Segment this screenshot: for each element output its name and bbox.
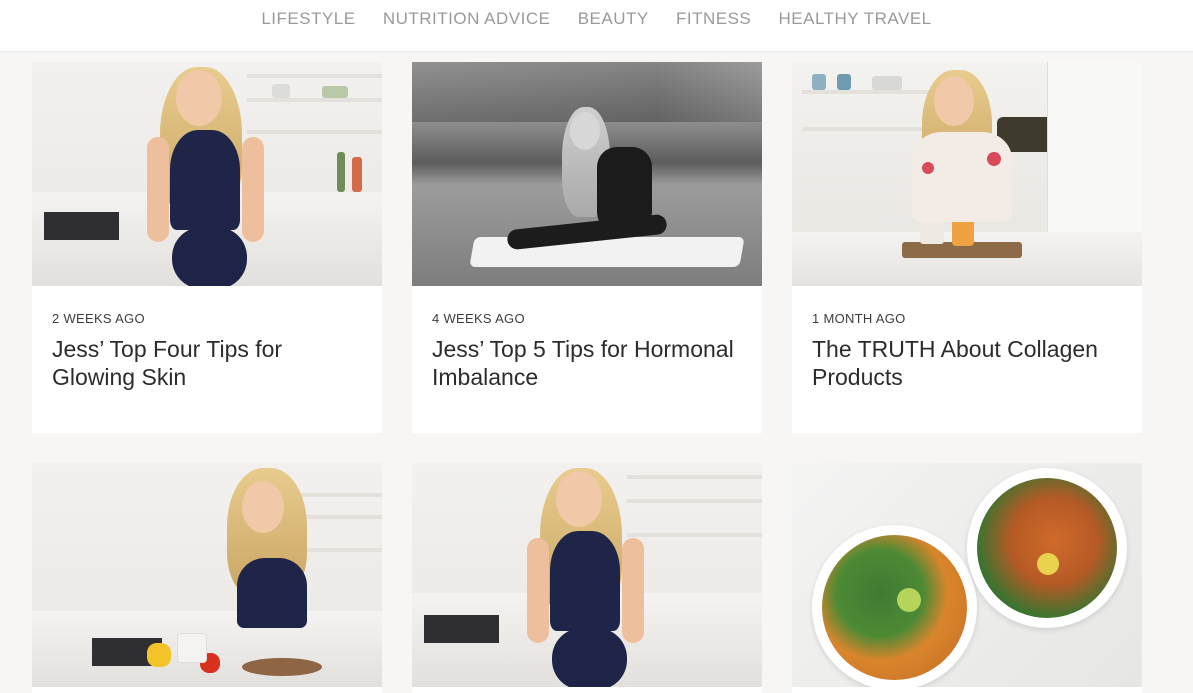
article-card[interactable]: 1 MONTH AGO The TRUTH About Collagen Pro… [792, 62, 1142, 433]
article-image[interactable] [792, 62, 1142, 286]
article-date: 4 WEEKS AGO [432, 311, 525, 326]
article-title[interactable]: Jess’ Top 5 Tips for Hormonal Imbalance [432, 335, 742, 391]
article-image[interactable] [32, 62, 382, 286]
article-date: 1 MONTH AGO [812, 311, 906, 326]
article-title[interactable]: The TRUTH About Collagen Products [812, 335, 1122, 391]
article-image[interactable] [412, 463, 762, 687]
article-title[interactable]: Jess’ Top Four Tips for Glowing Skin [52, 335, 362, 391]
top-nav-bar: LIFESTYLE NUTRITION ADVICE BEAUTY FITNES… [0, 0, 1193, 52]
nav-item-lifestyle[interactable]: LIFESTYLE [261, 9, 355, 29]
article-card[interactable] [792, 463, 1142, 693]
article-card[interactable] [412, 463, 762, 693]
article-card[interactable] [32, 463, 382, 693]
article-image[interactable] [792, 463, 1142, 687]
article-date: 2 WEEKS AGO [52, 311, 145, 326]
nav-item-beauty[interactable]: BEAUTY [578, 9, 649, 29]
nav-item-healthy-travel[interactable]: HEALTHY TRAVEL [779, 9, 932, 29]
category-nav: LIFESTYLE NUTRITION ADVICE BEAUTY FITNES… [0, 9, 1193, 29]
article-card[interactable]: 4 WEEKS AGO Jess’ Top 5 Tips for Hormona… [412, 62, 762, 433]
article-image[interactable] [32, 463, 382, 687]
nav-item-nutrition-advice[interactable]: NUTRITION ADVICE [383, 9, 551, 29]
article-image[interactable] [412, 62, 762, 286]
article-card[interactable]: 2 WEEKS AGO Jess’ Top Four Tips for Glow… [32, 62, 382, 433]
nav-item-fitness[interactable]: FITNESS [676, 9, 751, 29]
